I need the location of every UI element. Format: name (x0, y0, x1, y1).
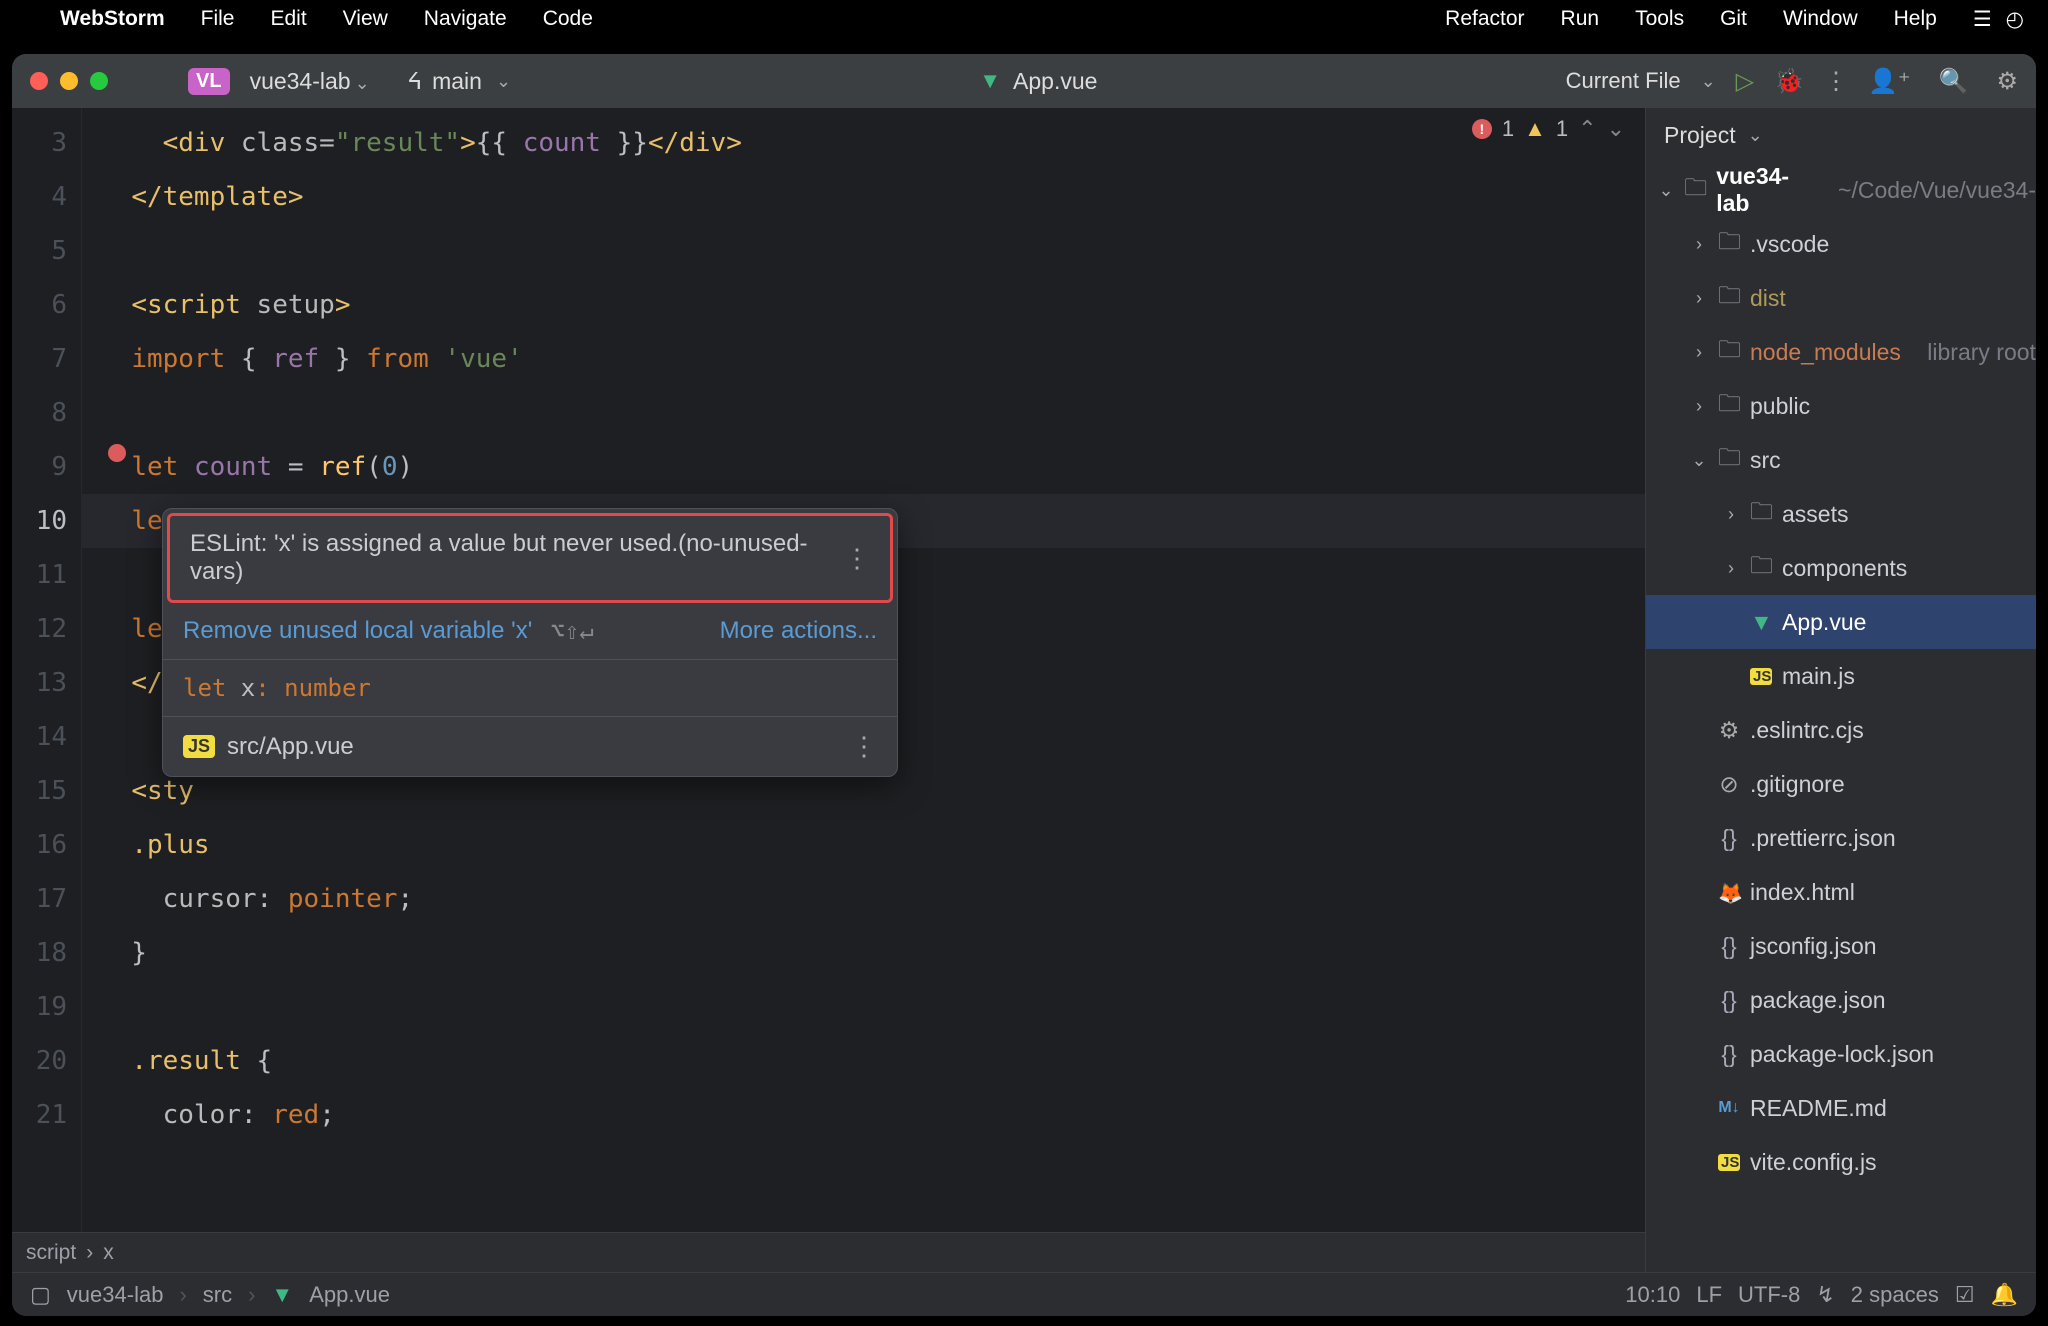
run-button[interactable]: ▷ (1736, 67, 1754, 96)
menu-window[interactable]: Window (1783, 7, 1858, 31)
project-tool-window: Project⌄ ⌄vue34-lab ~/Code/Vue/vue34-›.v… (1646, 108, 2036, 1272)
file-encoding[interactable]: UTF-8 (1738, 1282, 1800, 1308)
menu-refactor[interactable]: Refactor (1445, 7, 1524, 31)
minimize-window-button[interactable] (60, 72, 78, 90)
popup-more-icon[interactable]: ⋮ (851, 731, 877, 762)
cursor-position[interactable]: 10:10 (1625, 1282, 1680, 1308)
navbar-item[interactable]: vue34-lab (67, 1282, 164, 1308)
warning-count: 1 (1556, 116, 1568, 142)
tree-node[interactable]: App.vue (1646, 595, 2036, 649)
line-separator[interactable]: LF (1696, 1282, 1722, 1308)
indent-settings[interactable]: 2 spaces (1851, 1282, 1939, 1308)
titlebar: VL vue34-lab⌄ ᔦ main⌄ ▼ App.vue Current … (12, 54, 2036, 108)
clock-icon[interactable]: ◴ (2006, 7, 2024, 32)
popup-menu-icon[interactable]: ⋮ (844, 543, 870, 574)
branch-icon: ᔦ (408, 68, 422, 95)
git-branch-dropdown[interactable]: ᔦ main⌄ (408, 68, 511, 95)
eslint-message: ESLint: 'x' is assigned a value but neve… (190, 530, 844, 586)
tree-node[interactable]: ›components (1646, 541, 2036, 595)
project-badge[interactable]: VL (188, 68, 230, 95)
breadcrumb-item[interactable]: x (103, 1241, 114, 1265)
tree-node[interactable]: package-lock.json (1646, 1027, 2036, 1081)
code-with-me-icon[interactable]: 👤⁺ (1868, 67, 1911, 96)
close-window-button[interactable] (30, 72, 48, 90)
status-bar: ▢ vue34-lab› src› ▼ App.vue 10:10 LF UTF… (12, 1272, 2036, 1316)
tree-node[interactable]: ›assets (1646, 487, 2036, 541)
breadcrumb-item[interactable]: script (26, 1241, 76, 1265)
menu-code[interactable]: Code (543, 7, 593, 31)
macos-menubar: WebStorm File Edit View Navigate Code Re… (0, 0, 2048, 38)
tree-node[interactable]: .eslintrc.cjs (1646, 703, 2036, 757)
more-actions-icon[interactable]: ⋮ (1824, 67, 1848, 96)
app-name[interactable]: WebStorm (60, 7, 165, 31)
error-icon: ! (1472, 119, 1492, 139)
more-actions-link[interactable]: More actions... (720, 617, 877, 645)
tree-node[interactable]: ›.vscode (1646, 217, 2036, 271)
vue-icon: ▼ (979, 68, 1001, 94)
vue-icon: ▼ (271, 1282, 293, 1308)
error-count: 1 (1502, 116, 1514, 142)
project-dropdown[interactable]: vue34-lab⌄ (250, 68, 370, 95)
zoom-window-button[interactable] (90, 72, 108, 90)
js-icon: JS (183, 735, 215, 758)
run-config-dropdown[interactable]: Current File⌄ (1566, 68, 1716, 94)
menu-run[interactable]: Run (1561, 7, 1600, 31)
settings-icon[interactable]: ⚙ (1996, 67, 2018, 96)
notifications-icon[interactable]: 🔔 (1991, 1282, 2018, 1308)
shortcut-hint: ⌥⇧↵ (550, 617, 593, 645)
tree-node[interactable]: .prettierrc.json (1646, 811, 2036, 865)
window-controls (30, 72, 108, 90)
navbar-item[interactable]: App.vue (309, 1282, 390, 1308)
tree-node[interactable]: ›public (1646, 379, 2036, 433)
inspection-popup: ESLint: 'x' is assigned a value but neve… (162, 508, 898, 777)
tree-node[interactable]: .gitignore (1646, 757, 2036, 811)
popup-file-path: src/App.vue (227, 733, 354, 761)
tree-node[interactable]: ›dist (1646, 271, 2036, 325)
project-tree[interactable]: ⌄vue34-lab ~/Code/Vue/vue34-›.vscode›dis… (1646, 163, 2036, 1272)
prev-highlight-button[interactable]: ⌃ (1578, 116, 1596, 142)
quickfix-action[interactable]: Remove unused local variable 'x' (183, 617, 532, 645)
menu-tools[interactable]: Tools (1635, 7, 1684, 31)
tree-node[interactable]: jsconfig.json (1646, 919, 2036, 973)
line-gutter[interactable]: 3456789101112131415161718192021 (12, 108, 82, 1232)
editor-breadcrumb[interactable]: script › x (12, 1232, 1645, 1272)
tree-node[interactable]: JSmain.js (1646, 649, 2036, 703)
tree-node[interactable]: ›node_modules library root (1646, 325, 2036, 379)
warning-icon: ▲ (1524, 116, 1546, 142)
navbar-item[interactable]: src (203, 1282, 232, 1308)
editor-pane: 3456789101112131415161718192021 <div cla… (12, 108, 1646, 1272)
menu-edit[interactable]: Edit (270, 7, 306, 31)
inspection-profile-icon[interactable]: ☑ (1955, 1282, 1975, 1308)
menu-file[interactable]: File (201, 7, 235, 31)
active-file-tab[interactable]: App.vue (1013, 68, 1097, 95)
inspection-widget[interactable]: ! 1 ▲ 1 ⌃ ⌄ (1472, 116, 1625, 142)
tree-node[interactable]: M↓README.md (1646, 1081, 2036, 1135)
tree-node[interactable]: ⌄src (1646, 433, 2036, 487)
menu-help[interactable]: Help (1894, 7, 1937, 31)
nav-bar-icon[interactable]: ▢ (30, 1282, 51, 1308)
type-info: let x: number (163, 660, 897, 717)
tree-node[interactable]: index.html (1646, 865, 2036, 919)
menu-view[interactable]: View (343, 7, 388, 31)
tree-node[interactable]: package.json (1646, 973, 2036, 1027)
ide-window: VL vue34-lab⌄ ᔦ main⌄ ▼ App.vue Current … (12, 54, 2036, 1316)
readonly-toggle-icon[interactable]: ↯ (1816, 1282, 1834, 1308)
tree-node[interactable]: JSvite.config.js (1646, 1135, 2036, 1189)
menu-git[interactable]: Git (1720, 7, 1747, 31)
debug-button[interactable]: 🐞 (1774, 67, 1804, 96)
next-highlight-button[interactable]: ⌄ (1607, 116, 1625, 142)
project-panel-header[interactable]: Project⌄ (1646, 108, 2036, 163)
search-icon[interactable]: 🔍 (1939, 67, 1969, 96)
menu-navigate[interactable]: Navigate (424, 7, 507, 31)
control-center-icon[interactable]: ☰ (1973, 7, 1992, 32)
